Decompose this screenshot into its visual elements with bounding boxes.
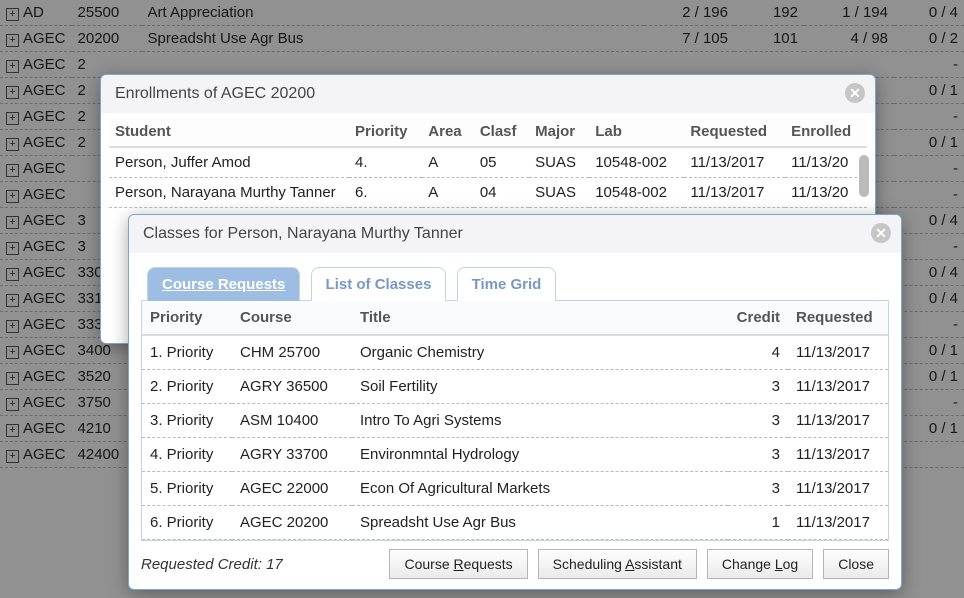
classes-dialog-title-bar[interactable]: Classes for Person, Narayana Murthy Tann… [129,215,901,253]
col-major[interactable]: Major [529,117,589,147]
table-row[interactable]: Person, Juffer Amod4.A05SUAS10548-00211/… [109,147,867,178]
classes-dialog: Classes for Person, Narayana Murthy Tann… [128,214,902,590]
scrollbar-thumb[interactable] [859,155,869,197]
col-title[interactable]: Title [352,301,728,335]
col-priority[interactable]: Priority [349,117,422,147]
col-student[interactable]: Student [109,117,349,147]
col-enrolled[interactable]: Enrolled [785,117,867,147]
col-requested[interactable]: Requested [684,117,785,147]
col-lab[interactable]: Lab [589,117,684,147]
change-log-button[interactable]: Change Log [707,549,813,579]
col-requested[interactable]: Requested [788,301,888,335]
classes-dialog-title: Classes for Person, Narayana Murthy Tann… [143,225,463,242]
dialog-footer: Requested Credit: 17 Course Requests Sch… [141,549,889,579]
scheduling-assistant-button[interactable]: Scheduling Assistant [538,549,697,579]
table-row[interactable]: 1. PriorityCHM 25700Organic Chemistry411… [142,335,888,370]
close-icon[interactable]: ✕ [845,83,865,103]
table-row[interactable]: 6. PriorityAGEC 20200Spreadsht Use Agr B… [142,506,888,540]
table-row[interactable]: 4. PriorityAGRY 33700Environmntal Hydrol… [142,438,888,472]
table-row[interactable]: Person, Narayana Murthy Tanner6.A04SUAS1… [109,178,867,208]
course-requests-button[interactable]: Course Requests [389,549,527,579]
enrollments-dialog-title: Enrollments of AGEC 20200 [115,85,315,102]
col-credit[interactable]: Credit [728,301,788,335]
requested-credit-label: Requested Credit: 17 [141,556,283,573]
close-button[interactable]: Close [823,549,889,579]
tab-bar: Course Requests List of Classes Time Gri… [147,267,889,301]
tab-list-of-classes[interactable]: List of Classes [311,267,447,301]
table-row[interactable]: 5. PriorityAGEC 22000Econ Of Agricultura… [142,472,888,506]
enrollments-table: Student Priority Area Clasf Major Lab Re… [109,117,867,208]
table-row[interactable]: 3. PriorityASM 10400Intro To Agri System… [142,404,888,438]
col-clasf[interactable]: Clasf [474,117,529,147]
tab-time-grid[interactable]: Time Grid [457,267,557,301]
enrollments-dialog-title-bar[interactable]: Enrollments of AGEC 20200 ✕ [101,75,875,113]
close-icon[interactable]: ✕ [871,223,891,243]
tab-course-requests[interactable]: Course Requests [147,267,300,301]
table-row[interactable]: 2. PriorityAGRY 36500Soil Fertility311/1… [142,370,888,404]
course-requests-table: Priority Course Title Credit Requested 1… [142,301,888,540]
col-area[interactable]: Area [422,117,474,147]
col-course[interactable]: Course [232,301,352,335]
col-priority[interactable]: Priority [142,301,232,335]
